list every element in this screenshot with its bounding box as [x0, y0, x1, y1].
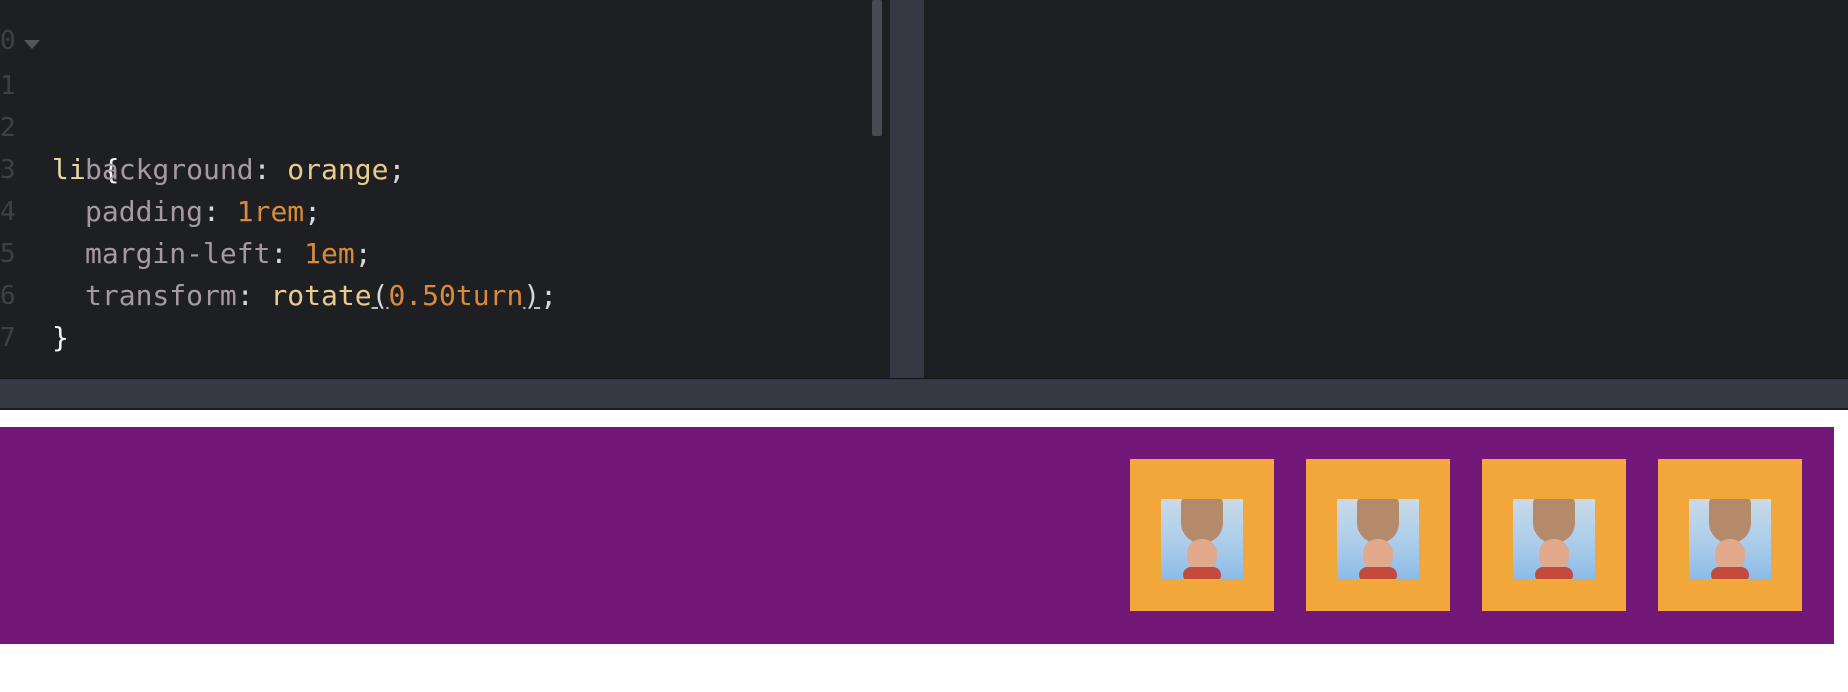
- colon: :: [203, 195, 220, 228]
- upside-down-photo: [1337, 499, 1419, 579]
- secondary-editor-pane[interactable]: [924, 0, 1848, 378]
- open-paren: (: [371, 279, 389, 312]
- css-value: 1em: [304, 237, 355, 270]
- panel-divider-bar[interactable]: [0, 378, 1848, 410]
- code-line-7[interactable]: 7: [0, 275, 101, 353]
- css-code-editor[interactable]: 0 1 li { 2 background: orange; 3 padding…: [0, 0, 890, 378]
- colon: :: [253, 153, 271, 186]
- code-line-0: 0: [0, 0, 101, 56]
- code-line-6[interactable]: 6 }: [0, 233, 101, 354]
- result-preview: [0, 410, 1848, 692]
- css-property: margin-left: [85, 237, 271, 270]
- code-line-3[interactable]: 3 padding: 1rem;: [0, 107, 321, 228]
- close-paren: ): [523, 279, 541, 312]
- code-line-1[interactable]: 1 li {: [0, 23, 119, 186]
- semicolon: ;: [540, 279, 558, 312]
- fold-arrow-icon[interactable]: [24, 40, 40, 49]
- css-value: 1rem: [236, 195, 305, 228]
- css-property: padding: [85, 195, 204, 228]
- list-item: [1482, 459, 1626, 611]
- pane-splitter[interactable]: [890, 0, 924, 378]
- css-property: transform: [85, 279, 237, 312]
- css-value: orange: [287, 153, 389, 186]
- preview-list: [0, 427, 1834, 644]
- css-property: background: [85, 153, 254, 186]
- semicolon: ;: [388, 153, 406, 186]
- upside-down-photo: [1513, 499, 1595, 579]
- code-line-2[interactable]: 2 background: orange;: [0, 65, 405, 186]
- css-function-arg: 0.50turn: [388, 279, 524, 312]
- editor-area: 0 1 li { 2 background: orange; 3 padding…: [0, 0, 1848, 378]
- css-function: rotate: [270, 279, 372, 312]
- colon: :: [236, 279, 254, 312]
- semicolon: ;: [354, 237, 372, 270]
- upside-down-photo: [1689, 499, 1771, 579]
- line-number: 7: [0, 323, 16, 353]
- editor-scrollbar-thumb[interactable]: [872, 0, 882, 136]
- semicolon: ;: [304, 195, 322, 228]
- list-item: [1306, 459, 1450, 611]
- upside-down-photo: [1161, 499, 1243, 579]
- list-item: [1658, 459, 1802, 611]
- colon: :: [270, 237, 288, 270]
- code-line-5[interactable]: 5 transform: rotate(0.50turn);: [0, 191, 557, 312]
- code-line-4[interactable]: 4 margin-left: 1em;: [0, 149, 372, 270]
- list-item: [1130, 459, 1274, 611]
